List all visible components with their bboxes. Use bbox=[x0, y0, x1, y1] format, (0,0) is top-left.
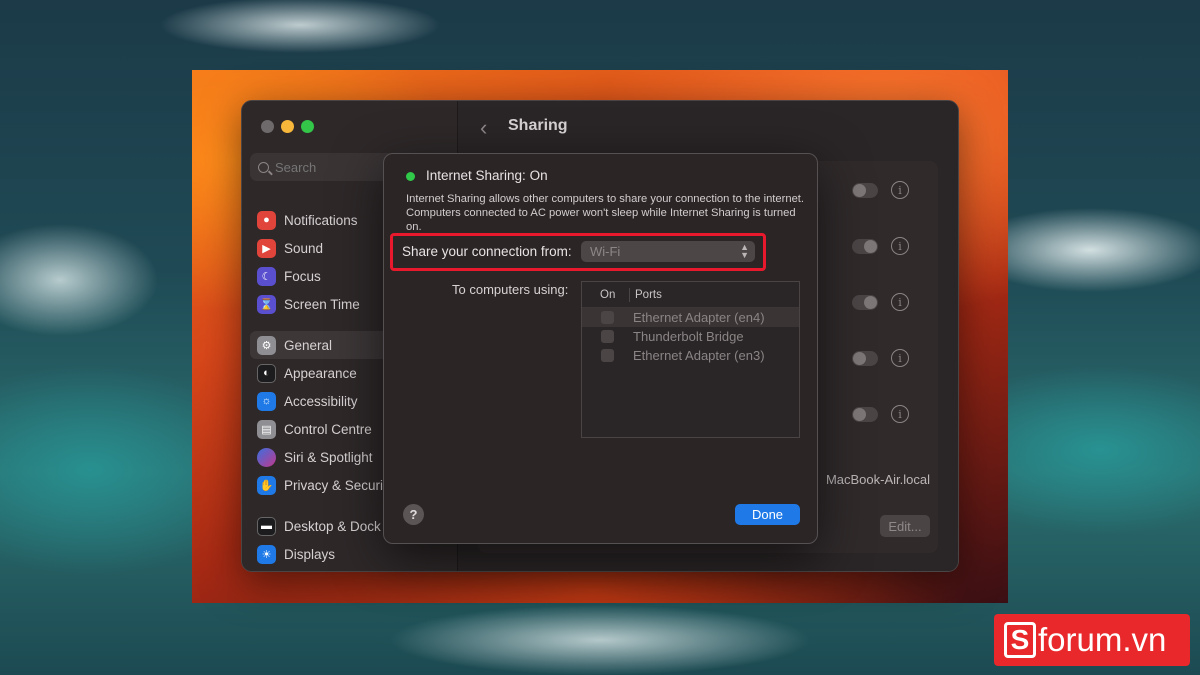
accessibility-icon: ☼ bbox=[257, 391, 276, 411]
control-centre-icon: ▤ bbox=[257, 419, 276, 439]
port-name: Ethernet Adapter (en4) bbox=[633, 310, 765, 325]
maximize-window-button[interactable] bbox=[301, 120, 314, 133]
info-icon[interactable]: i bbox=[891, 237, 909, 255]
table-row[interactable]: Thunderbolt Bridge bbox=[582, 327, 799, 346]
hourglass-icon: ⌛ bbox=[257, 294, 276, 314]
sidebar-item-label: Control Centre bbox=[284, 421, 372, 437]
sidebar-item-label: Notifications bbox=[284, 212, 358, 228]
page-title: Sharing bbox=[508, 117, 568, 134]
service-toggle[interactable] bbox=[852, 407, 878, 422]
search-icon bbox=[258, 161, 269, 173]
chevron-updown-icon: ▲ ▼ bbox=[740, 242, 749, 260]
siri-icon bbox=[257, 447, 276, 467]
help-button[interactable]: ? bbox=[403, 504, 424, 525]
sidebar-item-label: Appearance bbox=[284, 365, 357, 381]
service-toggle[interactable] bbox=[852, 295, 878, 310]
gear-icon: ⚙ bbox=[257, 335, 276, 355]
sidebar-item-label: Siri & Spotlight bbox=[284, 449, 373, 465]
sidebar-item-label: Desktop & Dock bbox=[284, 518, 381, 534]
service-toggle[interactable] bbox=[852, 183, 878, 198]
done-button[interactable]: Done bbox=[735, 504, 800, 525]
speaker-icon: ▶ bbox=[257, 238, 276, 258]
logo-letter: S bbox=[1004, 622, 1036, 658]
edit-hostname-button[interactable]: Edit... bbox=[880, 515, 930, 537]
port-checkbox[interactable] bbox=[601, 330, 614, 343]
port-name: Thunderbolt Bridge bbox=[633, 329, 744, 344]
back-chevron-icon[interactable]: ‹ bbox=[480, 115, 487, 141]
port-checkbox[interactable] bbox=[601, 311, 614, 324]
port-checkbox[interactable] bbox=[601, 349, 614, 362]
sidebar-item-label: Sound bbox=[284, 240, 324, 256]
forum-watermark-logo: S forum.vn bbox=[994, 614, 1190, 666]
to-computers-label: To computers using: bbox=[452, 282, 569, 297]
sidebar-item-label: Screen Time bbox=[284, 296, 360, 312]
sidebar-item-label: Privacy & Security bbox=[284, 477, 394, 493]
status-indicator bbox=[406, 172, 415, 181]
column-header-ports[interactable]: Ports bbox=[630, 289, 662, 301]
share-from-label: Share your connection from: bbox=[402, 244, 572, 259]
info-icon[interactable]: i bbox=[891, 293, 909, 311]
share-from-value: Wi-Fi bbox=[590, 244, 621, 259]
moon-icon: ☾ bbox=[257, 266, 276, 286]
hand-icon: ✋ bbox=[257, 475, 276, 495]
close-window-button[interactable] bbox=[261, 120, 274, 133]
ports-table: On Ports Ethernet Adapter (en4) Thunderb… bbox=[581, 281, 800, 438]
service-toggle[interactable] bbox=[852, 239, 878, 254]
sidebar-item-label: General bbox=[284, 337, 333, 353]
dock-icon: ▬ bbox=[257, 516, 276, 536]
service-toggle[interactable] bbox=[852, 351, 878, 366]
logo-text: forum.vn bbox=[1038, 621, 1167, 658]
minimize-window-button[interactable] bbox=[281, 120, 294, 133]
sun-icon: ☀ bbox=[257, 544, 276, 564]
share-from-select[interactable]: Wi-Fi ▲ ▼ bbox=[581, 241, 755, 262]
sidebar-item-label: Accessibility bbox=[284, 393, 358, 409]
port-name: Ethernet Adapter (en3) bbox=[633, 348, 765, 363]
table-row[interactable]: Ethernet Adapter (en3) bbox=[582, 346, 799, 365]
appearance-icon: ◐ bbox=[257, 363, 276, 383]
internet-sharing-sheet: Internet Sharing: On Internet Sharing al… bbox=[383, 153, 818, 544]
sheet-description: Internet Sharing allows other computers … bbox=[406, 193, 805, 233]
sidebar-item-label: Focus bbox=[284, 268, 321, 284]
sheet-title: Internet Sharing: On bbox=[426, 168, 548, 183]
info-icon[interactable]: i bbox=[891, 181, 909, 199]
sidebar-item-displays[interactable]: ☀ Displays bbox=[250, 540, 450, 568]
table-header: On Ports bbox=[582, 282, 799, 308]
info-icon[interactable]: i bbox=[891, 405, 909, 423]
sidebar-item-label: Displays bbox=[284, 546, 336, 562]
bell-icon: ● bbox=[257, 210, 276, 230]
info-icon[interactable]: i bbox=[891, 349, 909, 367]
table-row[interactable]: Ethernet Adapter (en4) bbox=[582, 308, 799, 327]
local-hostname: MacBook-Air.local bbox=[825, 472, 930, 487]
column-header-on[interactable]: On bbox=[582, 287, 630, 302]
